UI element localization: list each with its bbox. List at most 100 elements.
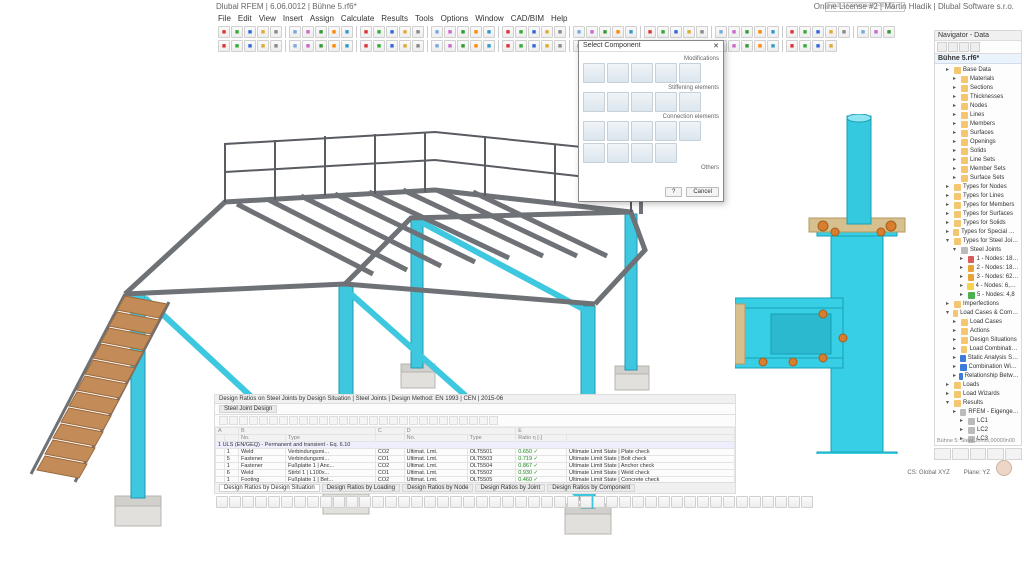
toolbar-button[interactable]: ■	[883, 26, 895, 38]
tree-node[interactable]: ▸Surfaces	[953, 129, 1019, 138]
dialog-close-icon[interactable]: ✕	[713, 42, 719, 50]
bottom-tool-button[interactable]	[229, 496, 241, 508]
component-thumb[interactable]	[655, 92, 677, 112]
nav-tab[interactable]	[948, 42, 958, 52]
results-tool-button[interactable]	[379, 416, 388, 425]
bottom-tool-button[interactable]	[736, 496, 748, 508]
results-tool-button[interactable]	[329, 416, 338, 425]
tree-node[interactable]: ▸Line Sets	[953, 156, 1019, 165]
bottom-tool-button[interactable]	[671, 496, 683, 508]
results-tool-button[interactable]	[269, 416, 278, 425]
component-thumb[interactable]	[655, 121, 677, 141]
nav-tab[interactable]	[937, 42, 947, 52]
bottom-tool-button[interactable]	[775, 496, 787, 508]
tree-node[interactable]: ▸LC2	[960, 426, 1019, 435]
component-thumb[interactable]	[655, 63, 677, 83]
tree-node[interactable]: ▾Load Cases & Combinations	[946, 309, 1019, 318]
bottom-tool-button[interactable]	[567, 496, 579, 508]
tree-node[interactable]: ▸Actions	[953, 327, 1019, 336]
bottom-tool-button[interactable]	[645, 496, 657, 508]
results-tool-button[interactable]	[469, 416, 478, 425]
tree-node[interactable]: ▸Nodes	[953, 102, 1019, 111]
tree-node[interactable]: ▸Openings	[953, 138, 1019, 147]
results-tool-button[interactable]	[459, 416, 468, 425]
component-thumb[interactable]	[583, 143, 605, 163]
component-thumb[interactable]	[583, 121, 605, 141]
tree-node[interactable]: ▸2 - Nodes: 18,21	[960, 264, 1019, 273]
tree-node[interactable]: ▸Loads	[946, 381, 1019, 390]
table-row[interactable]: 1FastenerFußplatte 1 | Anc...CO2Ultimat.…	[216, 463, 735, 470]
bottom-tool-button[interactable]	[606, 496, 618, 508]
bottom-tool-button[interactable]	[749, 496, 761, 508]
results-tool-button[interactable]	[309, 416, 318, 425]
tree-node[interactable]: ▾Results	[946, 399, 1019, 408]
bottom-tool-button[interactable]	[359, 496, 371, 508]
nav-bottom-tab[interactable]	[952, 448, 969, 460]
results-footer-tab[interactable]: Design Ratios by Node	[402, 484, 473, 492]
tree-node[interactable]: ▸LC4	[960, 444, 1019, 446]
bottom-tool-button[interactable]	[554, 496, 566, 508]
bottom-tool-button[interactable]	[307, 496, 319, 508]
tree-node[interactable]: ▸Load Combinations	[953, 345, 1019, 354]
tree-node[interactable]: ▸Types for Special Objects	[946, 228, 1019, 237]
component-thumb[interactable]	[655, 143, 677, 163]
results-tool-button[interactable]	[399, 416, 408, 425]
component-thumb[interactable]	[607, 143, 629, 163]
nav-bottom-tab[interactable]	[1005, 448, 1022, 460]
results-tool-button[interactable]	[289, 416, 298, 425]
tree-node[interactable]: ▸Types for Solids	[946, 219, 1019, 228]
tree-node[interactable]: ▸Types for Members	[946, 201, 1019, 210]
dialog-help-icon[interactable]: ?	[665, 187, 682, 197]
tree-node[interactable]: ▸3 - Nodes: 62,25	[960, 273, 1019, 282]
table-row[interactable]: 1WeldVerbindungsmi...CO2Ultimat. Lmt.OLT…	[216, 449, 735, 456]
bottom-tool-button[interactable]	[346, 496, 358, 508]
navigator-tree[interactable]: ▸Base Data▸Materials▸Sections▸Thicknesse…	[935, 64, 1021, 446]
component-thumb[interactable]	[679, 121, 701, 141]
nav-tab[interactable]	[959, 42, 969, 52]
component-thumb[interactable]	[631, 143, 653, 163]
results-tool-button[interactable]	[249, 416, 258, 425]
bottom-tool-button[interactable]	[528, 496, 540, 508]
tree-node[interactable]: ▾Types for Steel Joints	[946, 237, 1019, 246]
tree-node[interactable]: ▸Base Data	[946, 66, 1019, 75]
bottom-tool-button[interactable]	[216, 496, 228, 508]
bottom-tool-button[interactable]	[424, 496, 436, 508]
results-table[interactable]: ABCDE No.TypeNo.TypeRatio η [-] 1 ULS (E…	[215, 427, 735, 484]
component-thumb[interactable]	[631, 121, 653, 141]
bottom-tool-button[interactable]	[541, 496, 553, 508]
tree-node[interactable]: ▸Solids	[953, 147, 1019, 156]
results-tool-button[interactable]	[219, 416, 228, 425]
bottom-tool-button[interactable]	[385, 496, 397, 508]
results-footer-tab[interactable]: Design Ratios by Design Situation	[219, 484, 320, 492]
bottom-tool-button[interactable]	[593, 496, 605, 508]
results-tool-button[interactable]	[409, 416, 418, 425]
component-thumb[interactable]	[583, 92, 605, 112]
tree-node[interactable]: ▸Design Situations	[953, 336, 1019, 345]
tree-node[interactable]: ▸RFEM - Eigengewicht	[953, 408, 1019, 417]
bottom-tool-button[interactable]	[723, 496, 735, 508]
results-footer-tab[interactable]: Design Ratios by Joint	[475, 484, 545, 492]
bottom-tool-button[interactable]	[684, 496, 696, 508]
bottom-tool-button[interactable]	[476, 496, 488, 508]
results-tool-button[interactable]	[319, 416, 328, 425]
bottom-tool-button[interactable]	[632, 496, 644, 508]
tree-node[interactable]: ▸Thicknesses	[953, 93, 1019, 102]
results-tool-button[interactable]	[229, 416, 238, 425]
tree-node[interactable]: ▸Load Wizards	[946, 390, 1019, 399]
bottom-tool-button[interactable]	[515, 496, 527, 508]
bottom-tool-button[interactable]	[242, 496, 254, 508]
tree-node[interactable]: ▸5 - Nodes: 4,8	[960, 291, 1019, 300]
results-tool-button[interactable]	[349, 416, 358, 425]
tree-node[interactable]: ▸Combination Wizards	[953, 363, 1019, 372]
tree-node[interactable]: ▸Types for Lines	[946, 192, 1019, 201]
bottom-tool-button[interactable]	[801, 496, 813, 508]
results-tool-button[interactable]	[339, 416, 348, 425]
nav-tab[interactable]	[970, 42, 980, 52]
nav-bottom-tab[interactable]	[934, 448, 951, 460]
tree-node[interactable]: ▸Static Analysis Settings	[953, 354, 1019, 363]
assistant-avatar[interactable]	[996, 460, 1012, 476]
bottom-tool-button[interactable]	[450, 496, 462, 508]
tree-node[interactable]: ▸Sections	[953, 84, 1019, 93]
bottom-tool-button[interactable]	[411, 496, 423, 508]
navigator-model-name[interactable]: Bühne 5.rf6*	[935, 54, 1021, 64]
